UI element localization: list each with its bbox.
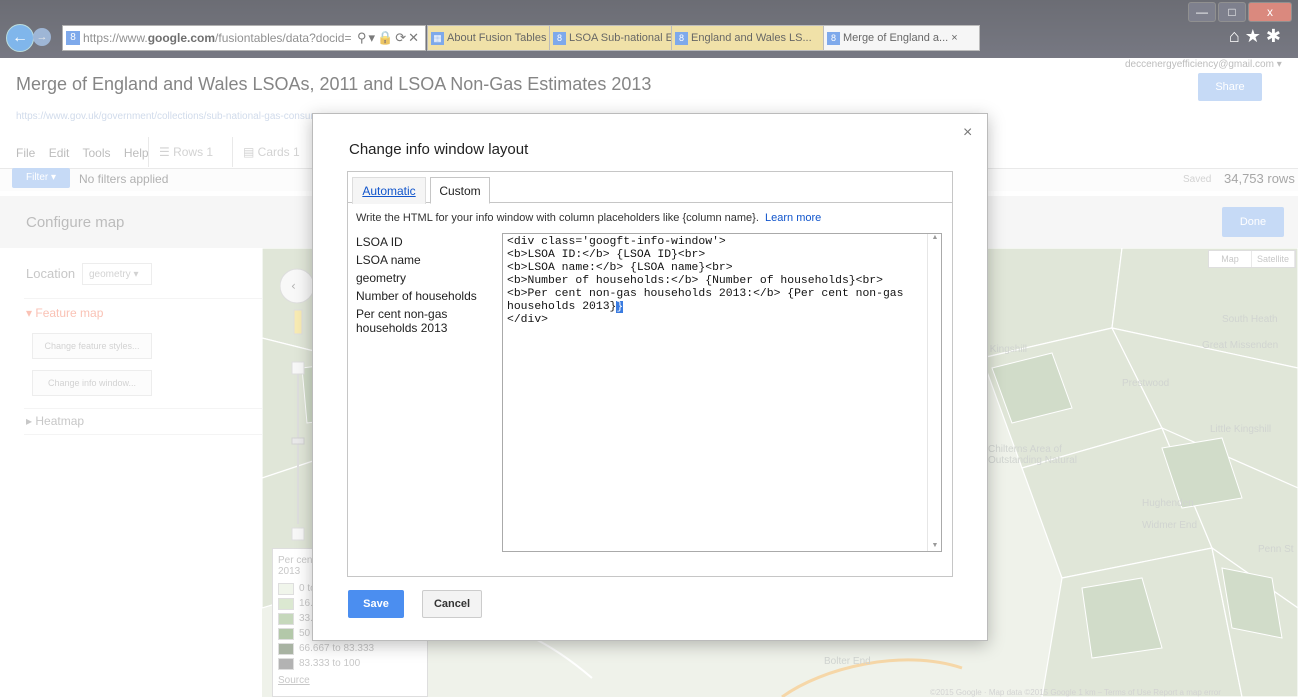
close-icon[interactable]: × [963,124,972,142]
editor-text: <div class='googft-info-window'> <b>LSOA… [507,236,904,313]
instructions: Write the HTML for your info window with… [356,212,821,224]
info-window-html-editor[interactable]: <div class='googft-info-window'> <b>LSOA… [502,233,942,552]
instructions-text: Write the HTML for your info window with… [356,212,759,224]
column-placeholder-item[interactable]: LSOA name [356,253,496,267]
dialog-title: Change info window layout [349,141,529,158]
column-placeholder-item[interactable]: LSOA ID [356,235,496,249]
column-placeholder-item[interactable]: geometry [356,271,496,285]
scroll-down-icon[interactable]: ▼ [928,542,942,549]
column-placeholder-item[interactable]: Per cent non-gas households 2013 [356,307,466,335]
editor-text-end: </div> [507,314,549,326]
learn-more-link[interactable]: Learn more [765,212,821,224]
text-cursor: } [616,301,624,313]
editor-scrollbar[interactable]: ▲ ▼ [927,234,942,551]
save-button[interactable]: Save [348,590,404,618]
column-placeholder-item[interactable]: Number of households [356,289,496,303]
scroll-up-icon[interactable]: ▲ [928,234,942,241]
tab-custom[interactable]: Custom [430,177,490,204]
tab-automatic[interactable]: Automatic [352,177,426,204]
cancel-button[interactable]: Cancel [422,590,482,618]
